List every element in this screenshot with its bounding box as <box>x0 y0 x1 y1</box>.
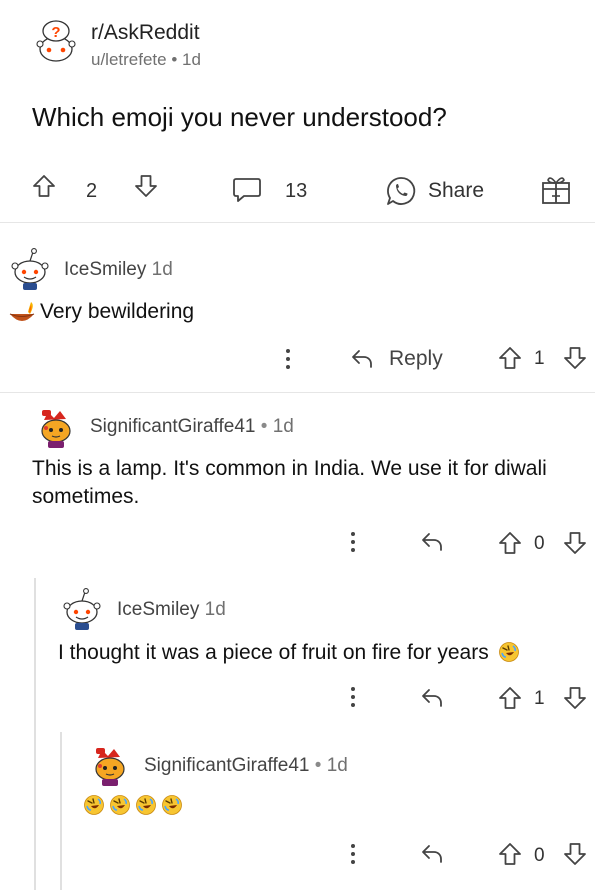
reply-arrow-icon <box>422 845 442 863</box>
upvote-icon <box>33 175 55 197</box>
meta-separator: • <box>171 50 178 69</box>
downvote-icon <box>564 532 586 554</box>
rofl-emoji <box>83 794 105 816</box>
comment-divider <box>0 392 595 393</box>
rofl-emoji <box>498 641 519 663</box>
post-meta: u/letrefete • 1d <box>91 50 201 70</box>
comment-time: 1d <box>326 755 348 776</box>
post-vote-count: 2 <box>86 180 98 202</box>
comment-reply-button[interactable] <box>350 347 374 371</box>
subreddit-avatar[interactable]: ? <box>34 20 78 66</box>
downvote-icon <box>135 175 157 197</box>
comment-username-line: IceSmiley 1d <box>64 259 173 281</box>
comment-avatar[interactable] <box>88 742 132 787</box>
downvote-icon <box>564 347 586 369</box>
comment-body: This is a lamp. It's common in India. We… <box>32 457 547 508</box>
subreddit-name[interactable]: r/AskReddit <box>91 21 200 45</box>
post-upvote-button[interactable] <box>32 174 56 198</box>
post-author[interactable]: u/letrefete <box>91 50 167 69</box>
comment-avatar[interactable] <box>34 404 78 449</box>
more-vertical-icon <box>351 687 355 707</box>
comment-username-line: IceSmiley 1d <box>117 599 226 621</box>
comment-time: 1d <box>204 599 226 620</box>
upvote-icon <box>499 843 521 865</box>
comment-vote-count: 0 <box>534 845 545 866</box>
comment-more-button[interactable] <box>284 348 292 370</box>
comment-more-button[interactable] <box>349 686 357 708</box>
post-title[interactable]: Which emoji you never understood? <box>32 102 447 133</box>
comment-reply-button[interactable] <box>420 686 444 710</box>
comment-body-text: I thought it was a piece of fruit on fir… <box>58 641 489 664</box>
rofl-emoji <box>135 794 157 816</box>
rofl-emoji <box>109 794 131 816</box>
more-vertical-icon <box>351 844 355 864</box>
post-comments-button[interactable] <box>232 176 262 204</box>
comment-avatar[interactable] <box>8 246 52 291</box>
comment-upvote-button[interactable] <box>498 686 522 710</box>
comment-body: I thought it was a piece of fruit on fir… <box>58 639 519 667</box>
share-icon <box>387 177 416 205</box>
comment-username-line: SignificantGiraffe41 • 1d <box>144 755 348 777</box>
diya-lamp-emoji <box>8 302 38 326</box>
post-divider <box>0 222 595 223</box>
comment-more-button[interactable] <box>349 843 357 865</box>
comment-vote-count: 1 <box>534 688 545 709</box>
post-downvote-button[interactable] <box>134 174 158 198</box>
comment-username-line: SignificantGiraffe41 • 1d <box>90 416 294 438</box>
comment-avatar[interactable] <box>60 586 104 631</box>
thread-line[interactable] <box>60 732 62 890</box>
upvote-icon <box>499 347 521 369</box>
award-button[interactable] <box>540 172 572 206</box>
downvote-icon <box>564 687 586 709</box>
comment-reply-button[interactable] <box>420 530 444 554</box>
svg-text:?: ? <box>51 24 60 41</box>
comment-username[interactable]: SignificantGiraffe41 <box>144 755 309 776</box>
comment-vote-count: 1 <box>534 348 545 369</box>
comment-downvote-button[interactable] <box>563 842 587 866</box>
comment-downvote-button[interactable] <box>563 531 587 555</box>
comment-reply-button[interactable] <box>420 842 444 866</box>
comment-time: 1d <box>272 416 294 437</box>
upvote-icon <box>499 687 521 709</box>
meta-separator: • <box>314 755 322 776</box>
comment-vote-count: 0 <box>534 533 545 554</box>
post-comment-count: 13 <box>285 180 308 202</box>
share-label: Share <box>428 179 485 202</box>
comment-upvote-button[interactable] <box>498 346 522 370</box>
reply-arrow-icon <box>352 350 372 368</box>
comment-body: Very bewildering <box>40 300 195 323</box>
comment-time: 1d <box>151 259 173 280</box>
comment-downvote-button[interactable] <box>563 686 587 710</box>
comment-username[interactable]: SignificantGiraffe41 <box>90 416 255 437</box>
meta-separator: • <box>260 416 268 437</box>
comment-body <box>83 794 183 816</box>
comment-username[interactable]: IceSmiley <box>117 599 199 620</box>
comment-upvote-button[interactable] <box>498 531 522 555</box>
upvote-icon <box>499 532 521 554</box>
more-vertical-icon <box>286 349 290 369</box>
thread-line[interactable] <box>34 578 36 890</box>
comment-upvote-button[interactable] <box>498 842 522 866</box>
comment-username[interactable]: IceSmiley <box>64 259 146 280</box>
reply-arrow-icon <box>422 689 442 707</box>
gift-icon <box>542 177 570 204</box>
comment-bubble-icon <box>233 178 261 202</box>
comment-downvote-button[interactable] <box>563 346 587 370</box>
post-age: 1d <box>182 50 201 69</box>
post-share-button[interactable] <box>385 175 417 207</box>
reply-label[interactable]: Reply <box>389 347 443 371</box>
rofl-emoji <box>161 794 183 816</box>
comment-more-button[interactable] <box>349 531 357 553</box>
more-vertical-icon <box>351 532 355 552</box>
reply-arrow-icon <box>422 533 442 551</box>
downvote-icon <box>564 843 586 865</box>
